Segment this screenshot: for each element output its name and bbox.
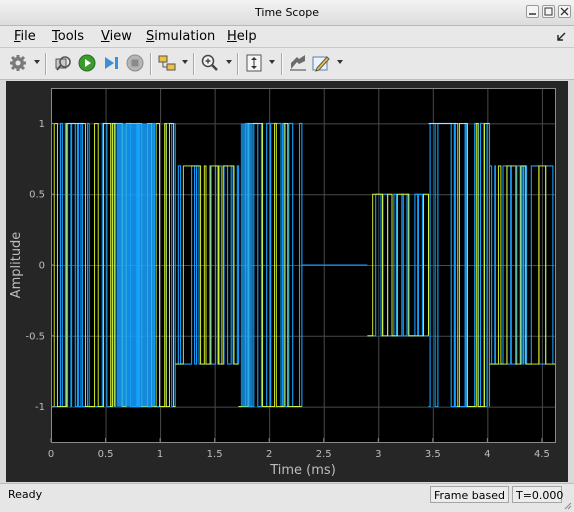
y-axis-label: Amplitude (9, 232, 24, 299)
close-button[interactable] (558, 5, 571, 18)
undock-icon[interactable] (557, 30, 566, 44)
time-plot[interactable]: 0 0.5 1 1.5 2 2.5 3 3.5 4 4.5 -1 -0.5 0 0.5 1 Time (ms)… (6, 81, 568, 482)
menu-bar: File Tools View Simulation Help (0, 26, 574, 48)
x-axis-label: Time (ms) (269, 463, 336, 478)
x-tick-label: 2.5 (316, 449, 332, 460)
scale-axes-icon[interactable] (244, 53, 264, 73)
menu-help[interactable]: Help (227, 29, 257, 44)
x-tick-label: 0 (48, 449, 54, 460)
restore-view-icon[interactable] (288, 53, 308, 73)
settings-icon[interactable] (8, 53, 28, 73)
window-title: Time Scope (255, 6, 319, 19)
x-tick-label: 0.5 (98, 449, 114, 460)
step-forward-icon[interactable] (101, 53, 121, 73)
settings-dropdown-icon[interactable] (34, 60, 40, 64)
status-text: Ready (8, 488, 43, 501)
maximize-button[interactable] (542, 5, 555, 18)
status-bar: Ready Frame based T=0.000 (0, 483, 574, 512)
x-tick-label: 2 (266, 449, 272, 460)
y-tick-label: 1 (39, 119, 45, 130)
toolbar-separator (237, 53, 239, 75)
y-tick-label: 0.5 (29, 190, 45, 201)
menu-tools[interactable]: Tools (52, 29, 84, 44)
toolbar-separator (193, 53, 195, 75)
run-icon[interactable] (77, 53, 97, 73)
x-tick-label: 4 (484, 449, 490, 460)
menu-file[interactable]: File (14, 29, 36, 44)
x-tick-label: 4.5 (534, 449, 550, 460)
x-tick-label: 1 (157, 449, 163, 460)
stop-icon[interactable] (125, 53, 145, 73)
toolbar (0, 48, 574, 80)
menu-view[interactable]: View (101, 29, 132, 44)
toolbar-separator (150, 53, 152, 75)
dense-region (116, 123, 155, 407)
x-tick-label: 1.5 (207, 449, 223, 460)
scale-axes-dropdown-icon[interactable] (269, 60, 275, 64)
minimize-button[interactable] (526, 5, 539, 18)
signal-select-dropdown-icon[interactable] (182, 60, 188, 64)
edit-dropdown-icon[interactable] (337, 60, 343, 64)
dense-region (240, 123, 253, 407)
edit-icon[interactable] (311, 53, 331, 73)
resize-grip-icon[interactable] (564, 502, 572, 510)
y-tick-label: 0 (39, 261, 45, 272)
frame-mode-indicator: Frame based (430, 486, 509, 503)
toolbar-separator (45, 53, 47, 75)
menu-simulation[interactable]: Simulation (146, 29, 215, 44)
x-tick-label: 3.5 (425, 449, 441, 460)
zoom-in-icon[interactable] (200, 53, 220, 73)
y-tick-label: -0.5 (25, 331, 45, 342)
highlight-block-icon[interactable] (53, 53, 73, 73)
toolbar-separator (281, 53, 283, 75)
scope-display: 0 0.5 1 1.5 2 2.5 3 3.5 4 4.5 -1 -0.5 0 0.5 1 Time (ms)… (6, 81, 568, 482)
x-tick-label: 3 (375, 449, 381, 460)
zoom-dropdown-icon[interactable] (226, 60, 232, 64)
y-tick-label: -1 (35, 402, 45, 413)
signal-select-icon[interactable] (157, 53, 177, 73)
title-bar: Time Scope (0, 0, 574, 26)
time-indicator: T=0.000 (512, 486, 563, 503)
